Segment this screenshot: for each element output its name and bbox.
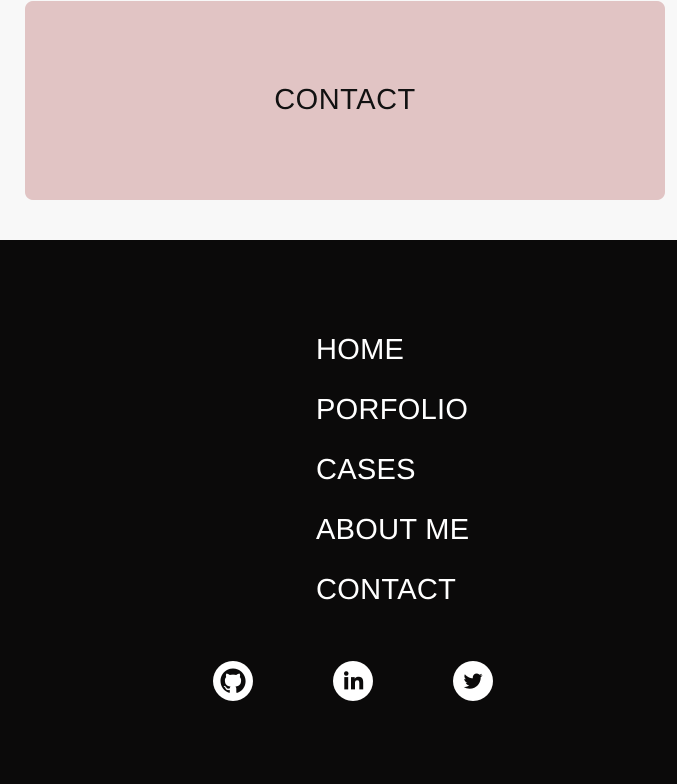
footer-link-portfolio[interactable]: PORFOLIO [316, 392, 468, 428]
contact-section: CONTACT [0, 0, 677, 240]
page: CONTACT HOME PORFOLIO CASES ABOUT ME CON… [0, 0, 677, 784]
twitter-icon [453, 661, 493, 701]
github-link[interactable] [213, 661, 253, 701]
footer-nav-item-contact: CONTACT [316, 572, 469, 632]
footer-link-cases[interactable]: CASES [316, 452, 416, 488]
contact-card[interactable]: CONTACT [25, 1, 665, 200]
linkedin-link[interactable] [333, 661, 373, 701]
footer-nav-item-about: ABOUT ME [316, 512, 469, 572]
contact-card-label: CONTACT [274, 84, 416, 116]
footer-nav-item-cases: CASES [316, 452, 469, 512]
footer-link-about[interactable]: ABOUT ME [316, 512, 469, 548]
footer-nav-item-home: HOME [316, 332, 469, 392]
twitter-link[interactable] [453, 661, 493, 701]
linkedin-icon [333, 661, 373, 701]
github-icon [213, 661, 253, 701]
footer-nav-item-portfolio: PORFOLIO [316, 392, 469, 452]
social-links [213, 661, 493, 701]
site-footer: HOME PORFOLIO CASES ABOUT ME CONTACT [0, 240, 677, 784]
footer-nav: HOME PORFOLIO CASES ABOUT ME CONTACT [316, 332, 469, 632]
footer-link-contact[interactable]: CONTACT [316, 572, 456, 608]
footer-link-home[interactable]: HOME [316, 332, 404, 368]
